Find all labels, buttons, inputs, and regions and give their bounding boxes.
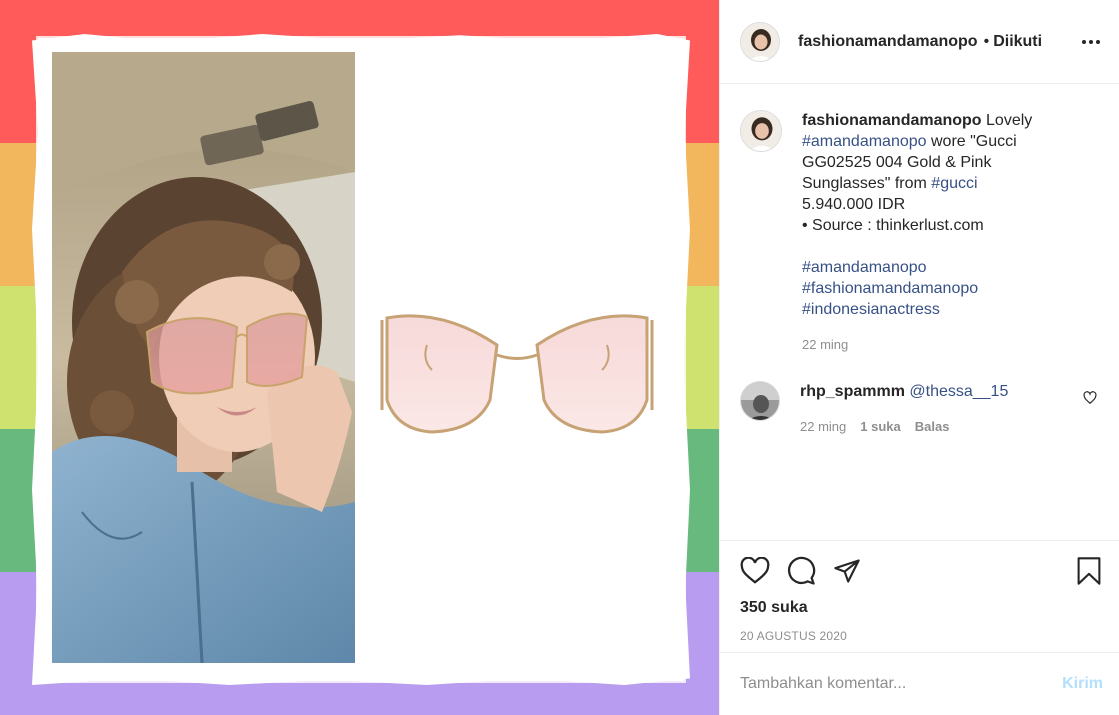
share-paper-plane-icon[interactable] [832, 557, 862, 585]
selfie-photo [52, 52, 355, 663]
avatar[interactable] [740, 21, 780, 62]
add-comment-bar: Kirim [720, 652, 1119, 715]
comment-bubble-icon[interactable] [786, 556, 816, 586]
hashtag-link[interactable]: #indonesianactress [802, 299, 1047, 320]
comment-input[interactable] [740, 675, 1063, 693]
comment-meta: 22 ming 1 suka Balas [800, 416, 1060, 437]
more-options-icon[interactable] [1079, 30, 1103, 54]
header-username[interactable]: fashionamandamanopo [798, 33, 978, 51]
post-comment-button[interactable]: Kirim [1062, 675, 1103, 693]
caption-source: • Source : thinkerlust.com [802, 217, 984, 234]
comment-time[interactable]: 22 ming [800, 416, 846, 437]
following-button[interactable]: Diikuti [993, 33, 1042, 51]
caption-time[interactable]: 22 ming [802, 334, 848, 355]
comment-username[interactable]: rhp_spammm [800, 383, 905, 400]
hashtag-link[interactable]: #fashionamandamanopo [802, 278, 1047, 299]
post-sidebar: fashionamandamanopo • Diikuti fashionama… [719, 0, 1119, 715]
caption: fashionamandamanopo Lovely #amandamanopo… [740, 110, 1103, 355]
bookmark-icon[interactable] [1075, 556, 1103, 586]
caption-meta: 22 ming [802, 334, 1047, 355]
caption-text: fashionamandamanopo Lovely #amandamanopo… [802, 110, 1047, 355]
hashtag-link[interactable]: #amandamanopo [802, 257, 1047, 278]
post-header: fashionamandamanopo • Diikuti [720, 0, 1119, 84]
post-image[interactable] [0, 0, 719, 715]
caption-username[interactable]: fashionamandamanopo [802, 112, 982, 129]
caption-avatar[interactable] [740, 110, 782, 152]
like-heart-icon[interactable] [740, 557, 770, 585]
caption-hashtag-amandamanopo[interactable]: #amandamanopo [802, 133, 927, 150]
caption-price: 5.940.000 IDR [802, 196, 906, 213]
header-separator: • [983, 32, 990, 50]
post-actions: 350 suka 20 AGUSTUS 2020 [720, 540, 1119, 652]
post-date[interactable]: 20 AGUSTUS 2020 [740, 629, 1103, 643]
comment-mention[interactable]: @thessa__15 [909, 383, 1008, 400]
caption-text-1: Lovely [981, 112, 1033, 129]
sunglasses-product-photo [372, 300, 662, 450]
action-icons [740, 555, 1103, 587]
reply-button[interactable]: Balas [915, 416, 950, 437]
comments-section: fashionamandamanopo Lovely #amandamanopo… [720, 84, 1119, 540]
comment-text: rhp_spammm @thessa__15 22 ming 1 suka Ba… [800, 381, 1060, 437]
comment-avatar[interactable] [740, 381, 780, 421]
caption-hashtag-gucci[interactable]: #gucci [931, 175, 977, 192]
likes-count[interactable]: 350 suka [740, 599, 1103, 617]
comment-likes[interactable]: 1 suka [860, 416, 900, 437]
comment-item: rhp_spammm @thessa__15 22 ming 1 suka Ba… [740, 381, 1103, 437]
comment-like-heart-icon[interactable] [1083, 391, 1097, 410]
